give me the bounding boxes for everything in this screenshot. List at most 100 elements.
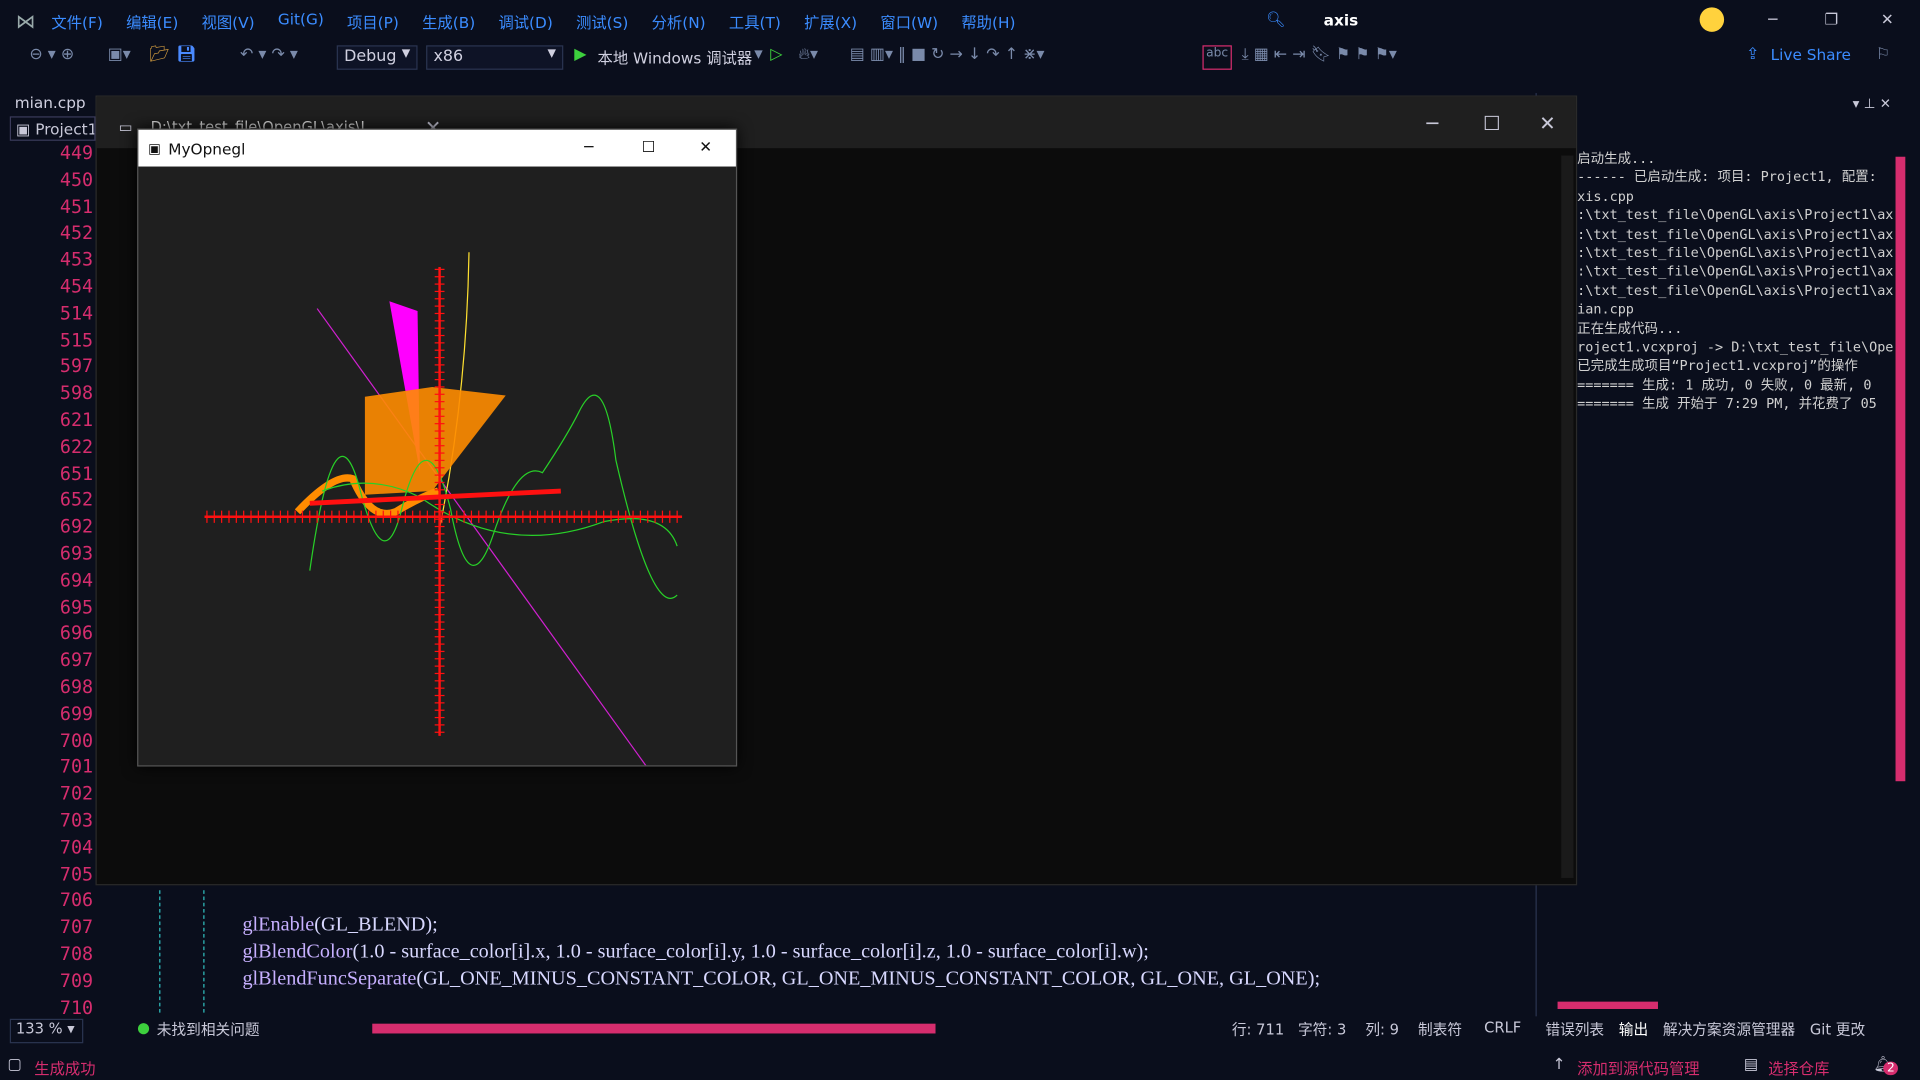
- menu-item[interactable]: 调试(D): [498, 9, 552, 32]
- line-number: 693: [59, 542, 94, 565]
- start-without-debug-icon[interactable]: ▷: [770, 45, 782, 69]
- line-number: 692: [59, 515, 94, 538]
- line-number: 597: [59, 355, 94, 378]
- menu-item[interactable]: 测试(S): [576, 9, 628, 32]
- menu-item[interactable]: 文件(F): [51, 9, 102, 32]
- output-scrollbar[interactable]: [1895, 156, 1906, 782]
- menu-item[interactable]: Git(G): [278, 9, 324, 32]
- menu-item[interactable]: 窗口(W): [880, 9, 938, 32]
- toolbar-icons-group[interactable]: ▤ ▥▾ ‖ ■ ↻ → ↓ ↷ ↑ ⋇▾: [850, 45, 1045, 69]
- debugger-dropdown-icon[interactable]: ▼: [754, 49, 762, 73]
- menu-item[interactable]: 生成(B): [422, 9, 475, 32]
- output-line: roject1.vcxproj -> D:\txt_test_file\Ope: [1577, 339, 1894, 356]
- status-bar: ▢ 生成成功 ↑ 添加到源代码管理 ▤ 选择仓库 🔔︎ 2: [0, 1049, 1920, 1080]
- bookmark-icons[interactable]: ⤓ ▦ ⇤ ⇥ 🔖︎ ⚑ ⚑ ⚑▾: [1242, 45, 1397, 69]
- output-line: 已完成生成项目“Project1.vcxproj”的操作: [1577, 358, 1858, 375]
- start-debug-button[interactable]: 本地 Windows 调试器: [598, 45, 753, 69]
- line-number: 708: [59, 942, 94, 965]
- solution-name: axis: [1323, 11, 1359, 30]
- line-number: 598: [59, 382, 94, 405]
- spell-check-icon[interactable]: abc: [1202, 45, 1232, 70]
- project-dropdown[interactable]: ▣ Project1: [9, 116, 96, 141]
- panel-tab[interactable]: Git 更改: [1810, 1019, 1865, 1040]
- line-number: 705: [59, 862, 94, 885]
- issues-status[interactable]: 未找到相关问题: [157, 1019, 260, 1043]
- menu-item[interactable]: 工具(T): [729, 9, 781, 32]
- start-debug-icon[interactable]: ▶: [574, 45, 586, 69]
- panel-menu-icon[interactable]: ▾ ⊥ ✕: [1853, 96, 1891, 112]
- line-status[interactable]: 行: 711: [1232, 1019, 1284, 1043]
- line-number: 452: [59, 222, 94, 245]
- output-text[interactable]: 启动生成... ------ 已启动生成: 项目: Project1, 配置: xi…: [1577, 149, 1895, 413]
- output-line: :\txt_test_file\OpenGL\axis\Project1\ax: [1577, 226, 1894, 242]
- editor-hscrollbar[interactable]: [372, 1023, 936, 1034]
- output-hscrollbar[interactable]: [1557, 1001, 1658, 1009]
- line-number: 701: [59, 755, 94, 779]
- tabs-status[interactable]: 制表符: [1418, 1019, 1462, 1043]
- hot-reload-icon[interactable]: 🔥︎▾: [798, 45, 818, 69]
- line-number: 698: [59, 675, 94, 698]
- minimize-icon[interactable]: ─: [1768, 10, 1777, 28]
- line-number: 450: [59, 168, 94, 191]
- opengl-titlebar: ▣ MyOpnegl ─ ☐ ✕: [138, 129, 736, 167]
- line-number: 709: [59, 969, 94, 992]
- console-close-icon[interactable]: ✕: [1539, 111, 1555, 134]
- code-line[interactable]: glBlendColor(1.0 - surface_color[i].x, 1…: [242, 939, 1148, 963]
- menu-item[interactable]: 扩展(X): [804, 9, 857, 32]
- restore-icon[interactable]: ❐: [1825, 10, 1839, 28]
- output-line: ------ 已启动生成: 项目: Project1, 配置:: [1577, 169, 1877, 186]
- ogl-maximize-icon[interactable]: ☐: [642, 137, 656, 155]
- col-status[interactable]: 列: 9: [1365, 1019, 1399, 1043]
- menu-item[interactable]: 帮助(H): [961, 9, 1015, 32]
- menu-item[interactable]: 视图(V): [202, 9, 255, 32]
- ogl-minimize-icon[interactable]: ─: [584, 137, 593, 155]
- code-line[interactable]: glEnable(GL_BLEND);: [242, 912, 437, 936]
- menu-item[interactable]: 编辑(E): [126, 9, 178, 32]
- char-status[interactable]: 字符: 3: [1298, 1019, 1346, 1043]
- line-number: 699: [59, 702, 94, 725]
- open-icon[interactable]: 📂︎: [149, 45, 169, 69]
- search-icon[interactable]: 🔍︎: [1266, 10, 1285, 30]
- line-number: 703: [59, 809, 94, 832]
- avatar[interactable]: [1699, 7, 1725, 32]
- line-number: 695: [59, 595, 94, 618]
- editor-tab-mian[interactable]: mian.cpp: [15, 93, 86, 111]
- back-icon[interactable]: ⊖ ▾ ⊕: [29, 45, 74, 69]
- notification-count: 2: [1883, 1061, 1899, 1076]
- line-number: 454: [59, 275, 94, 298]
- output-line: ======= 生成: 1 成功, 0 失败, 0 最新, 0: [1577, 376, 1872, 393]
- config-select[interactable]: Debug ▼: [336, 45, 418, 70]
- panel-tab[interactable]: 错误列表: [1545, 1019, 1604, 1040]
- ogl-close-icon[interactable]: ✕: [699, 137, 712, 155]
- undo-icon[interactable]: ↶ ▾ ↷ ▾: [240, 45, 298, 69]
- build-status[interactable]: 生成成功: [34, 1056, 95, 1079]
- output-line: 启动生成...: [1577, 150, 1656, 167]
- console-maximize-icon[interactable]: ☐: [1483, 111, 1501, 134]
- line-number: 451: [59, 195, 94, 218]
- panel-tab[interactable]: 输出: [1619, 1019, 1648, 1040]
- menu-item[interactable]: 分析(N): [652, 9, 706, 32]
- opengl-window[interactable]: ▣ MyOpnegl ─ ☐ ✕: [137, 128, 738, 767]
- console-minimize-icon[interactable]: ─: [1427, 111, 1439, 134]
- line-number: 694: [59, 569, 94, 592]
- platform-select[interactable]: x86 ▼: [426, 45, 564, 70]
- eol-status[interactable]: CRLF: [1484, 1019, 1521, 1043]
- line-number: 696: [59, 622, 94, 645]
- new-project-icon[interactable]: ▣▾: [108, 45, 131, 69]
- line-number: 702: [59, 782, 94, 805]
- live-share-icon[interactable]: ⇪: [1746, 45, 1759, 69]
- feedback-icon[interactable]: ⚐: [1876, 45, 1890, 69]
- add-source-control[interactable]: 添加到源代码管理: [1577, 1056, 1699, 1079]
- axis-ticks: [206, 268, 678, 733]
- menu-item[interactable]: 项目(P): [347, 9, 399, 32]
- line-number: 449: [59, 142, 94, 165]
- repo-icon: ▤: [1743, 1054, 1759, 1073]
- code-line[interactable]: glBlendFuncSeparate(GL_ONE_MINUS_CONSTAN…: [242, 966, 1320, 990]
- close-icon[interactable]: ✕: [1881, 10, 1894, 28]
- console-scrollbar[interactable]: [1561, 155, 1574, 878]
- zoom-select[interactable]: 133 % ▾: [9, 1018, 84, 1044]
- live-share-button[interactable]: Live Share: [1771, 45, 1851, 69]
- save-icon[interactable]: 💾︎: [176, 45, 196, 69]
- panel-tab[interactable]: 解决方案资源管理器: [1663, 1019, 1795, 1040]
- select-repo[interactable]: 选择仓库: [1768, 1056, 1829, 1079]
